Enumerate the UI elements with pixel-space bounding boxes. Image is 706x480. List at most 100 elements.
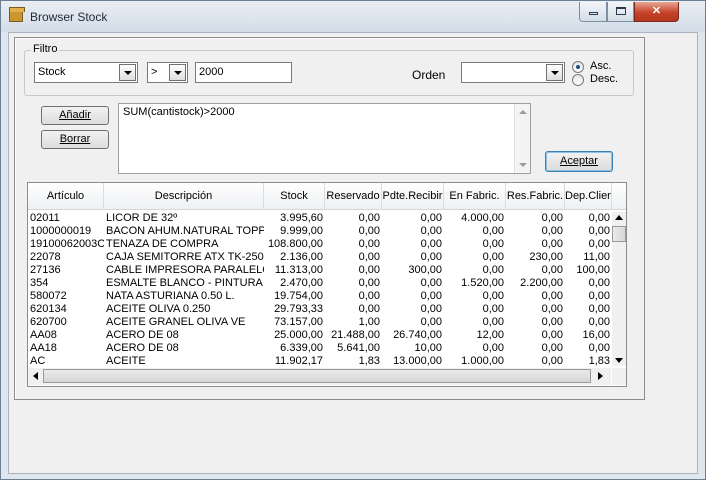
table-row[interactable]: AA18 ACERO DE 08 6.339,00 5.641,00 10,00 0,00… xyxy=(28,342,611,355)
table-cell: 0,00 xyxy=(482,238,504,250)
column-header[interactable]: Dep.Clientes xyxy=(565,183,612,210)
column-header[interactable]: Stock xyxy=(264,183,325,210)
table-row[interactable]: 19100062003C TENAZA DE COMPRA 108.800,00 0,… xyxy=(28,238,611,251)
table-cell: 0,00 xyxy=(588,303,610,315)
table-cell: 0,00 xyxy=(358,290,380,302)
table-cell: 0,00 xyxy=(588,277,610,289)
table-cell: 0,00 xyxy=(541,342,563,354)
filter-value-input[interactable]: 2000 xyxy=(195,62,292,83)
table-cell: 4.000,00 xyxy=(461,212,504,224)
table-cell: 1.000,00 xyxy=(461,355,504,367)
maximize-button[interactable] xyxy=(607,2,634,22)
scroll-left-icon[interactable] xyxy=(33,372,38,380)
memo-scrollbar[interactable] xyxy=(514,104,530,173)
minimize-icon xyxy=(588,12,598,15)
table-cell: 13.000,00 xyxy=(393,355,442,367)
table-cell: LICOR DE 32º xyxy=(106,212,178,224)
chevron-down-icon[interactable] xyxy=(169,64,186,81)
table-row[interactable]: AA08 ACERO DE 08 25.000,00 21.488,00 26.740,… xyxy=(28,329,611,342)
table-cell: 0,00 xyxy=(420,212,442,224)
table-row[interactable]: 620134 ACEITE OLIVA 0.250 29.793,33 0,00 0,0… xyxy=(28,303,611,316)
table-cell: 73.157,00 xyxy=(274,316,323,328)
table-cell: 0,00 xyxy=(420,277,442,289)
accept-button[interactable]: Aceptar xyxy=(545,151,613,172)
table-row[interactable]: 620700 ACEITE GRANEL OLIVA VE 73.157,00 1,0… xyxy=(28,316,611,329)
desc-label: Desc. xyxy=(590,73,619,85)
table-cell: 0,00 xyxy=(420,251,442,263)
desc-radio[interactable] xyxy=(572,74,584,86)
table-cell: 11.902,17 xyxy=(274,355,323,367)
field-combo[interactable]: Stock xyxy=(34,62,138,83)
scroll-down-icon[interactable] xyxy=(615,358,623,363)
add-button[interactable]: Añadir xyxy=(41,106,109,125)
table-cell: 1000000019 xyxy=(30,225,92,237)
table-cell: 230,00 xyxy=(529,251,563,263)
main-panel: Filtro Stock > 2000 Orden Asc. Desc. Aña… xyxy=(14,37,645,400)
minimize-button[interactable] xyxy=(579,2,607,22)
expression-text: SUM(cantistock)>2000 xyxy=(123,106,235,118)
table-cell: ACERO DE 08 xyxy=(106,329,179,341)
column-header[interactable]: En Fabric. xyxy=(444,183,506,210)
table-cell: 19100062003C xyxy=(30,238,104,250)
chevron-down-icon[interactable] xyxy=(119,64,136,81)
delete-button[interactable]: Borrar xyxy=(41,130,109,149)
table-row[interactable]: 1000000019 BACON AHUM.NATURAL TOPP 9.999,0… xyxy=(28,225,611,238)
table-cell: 0,00 xyxy=(482,342,504,354)
vertical-scroll-thumb[interactable] xyxy=(612,226,626,242)
table-cell: 0,00 xyxy=(541,264,563,276)
table-cell: 2.136,00 xyxy=(280,251,323,263)
table-row[interactable]: 02011 LICOR DE 32º 3.995,60 0,00 0,00 4.000,0… xyxy=(28,212,611,225)
title-bar[interactable]: Browser Stock ✕ xyxy=(1,1,705,32)
table-cell: 1.520,00 xyxy=(461,277,504,289)
table-cell: 25.000,00 xyxy=(274,329,323,341)
vertical-scrollbar[interactable] xyxy=(612,212,626,366)
horizontal-scroll-thumb[interactable] xyxy=(43,369,591,383)
table-cell: AC xyxy=(30,355,46,367)
table-cell: 02011 xyxy=(30,212,60,224)
table-cell: 0,00 xyxy=(482,316,504,328)
table-cell: 22078 xyxy=(30,251,61,263)
column-header[interactable]: Reservado xyxy=(325,183,382,210)
table-cell: ACEITE OLIVA 0.250 xyxy=(106,303,211,315)
table-cell: ACERO DE 08 xyxy=(106,342,179,354)
table-cell: 0,00 xyxy=(420,303,442,315)
table-row[interactable]: 22078 CAJA SEMITORRE ATX TK-250 2.136,00 0,… xyxy=(28,251,611,264)
operator-combo[interactable]: > xyxy=(147,62,188,83)
table-cell: 0,00 xyxy=(588,238,610,250)
stock-table[interactable]: Artículo Descripción Stock Reservado Pdte.Re… xyxy=(27,182,627,387)
asc-label: Asc. xyxy=(590,60,612,72)
column-header[interactable]: Artículo xyxy=(28,183,104,210)
table-row[interactable]: 354 ESMALTE BLANCO - PINTURA 2.470,00 0,00 0… xyxy=(28,277,611,290)
table-cell: 0,00 xyxy=(541,316,563,328)
column-header[interactable]: Pdte.Recibir xyxy=(382,183,444,210)
table-cell: 9.999,00 xyxy=(280,225,323,237)
column-header[interactable]: Descripción xyxy=(104,183,264,210)
scroll-up-icon[interactable] xyxy=(615,215,623,220)
table-cell: 11.313,00 xyxy=(274,264,323,276)
close-button[interactable]: ✕ xyxy=(634,2,679,22)
horizontal-scrollbar[interactable] xyxy=(28,368,611,385)
table-cell: NATA ASTURIANA 0.50 L. xyxy=(106,290,235,302)
table-row[interactable]: 580072 NATA ASTURIANA 0.50 L. 19.754,00 0,0… xyxy=(28,290,611,303)
table-row[interactable]: AC ACEITE 11.902,17 1,83 13.000,00 1.000,00 0,… xyxy=(28,355,611,368)
table-cell: 27136 xyxy=(30,264,61,276)
scroll-up-icon[interactable] xyxy=(519,110,527,114)
table-cell: CABLE IMPRESORA PARALELO xyxy=(106,264,264,276)
scroll-down-icon[interactable] xyxy=(519,163,527,167)
orden-combo[interactable] xyxy=(461,62,565,83)
box-icon xyxy=(9,7,25,22)
asc-radio[interactable] xyxy=(572,61,584,73)
table-cell: 0,00 xyxy=(358,212,380,224)
table-cell: CAJA SEMITORRE ATX TK-250 xyxy=(106,251,264,263)
column-header[interactable]: Res.Fabric. xyxy=(506,183,565,210)
table-cell: 0,00 xyxy=(482,225,504,237)
expression-memo[interactable]: SUM(cantistock)>2000 xyxy=(118,103,531,174)
table-cell: 620700 xyxy=(30,316,67,328)
table-row[interactable]: 27136 CABLE IMPRESORA PARALELO 11.313,00 0,… xyxy=(28,264,611,277)
table-cell: 300,00 xyxy=(408,264,442,276)
table-cell: 0,00 xyxy=(541,329,563,341)
scroll-right-icon[interactable] xyxy=(598,372,603,380)
chevron-down-icon[interactable] xyxy=(546,64,563,81)
table-cell: 0,00 xyxy=(541,290,563,302)
window-title: Browser Stock xyxy=(30,10,108,24)
